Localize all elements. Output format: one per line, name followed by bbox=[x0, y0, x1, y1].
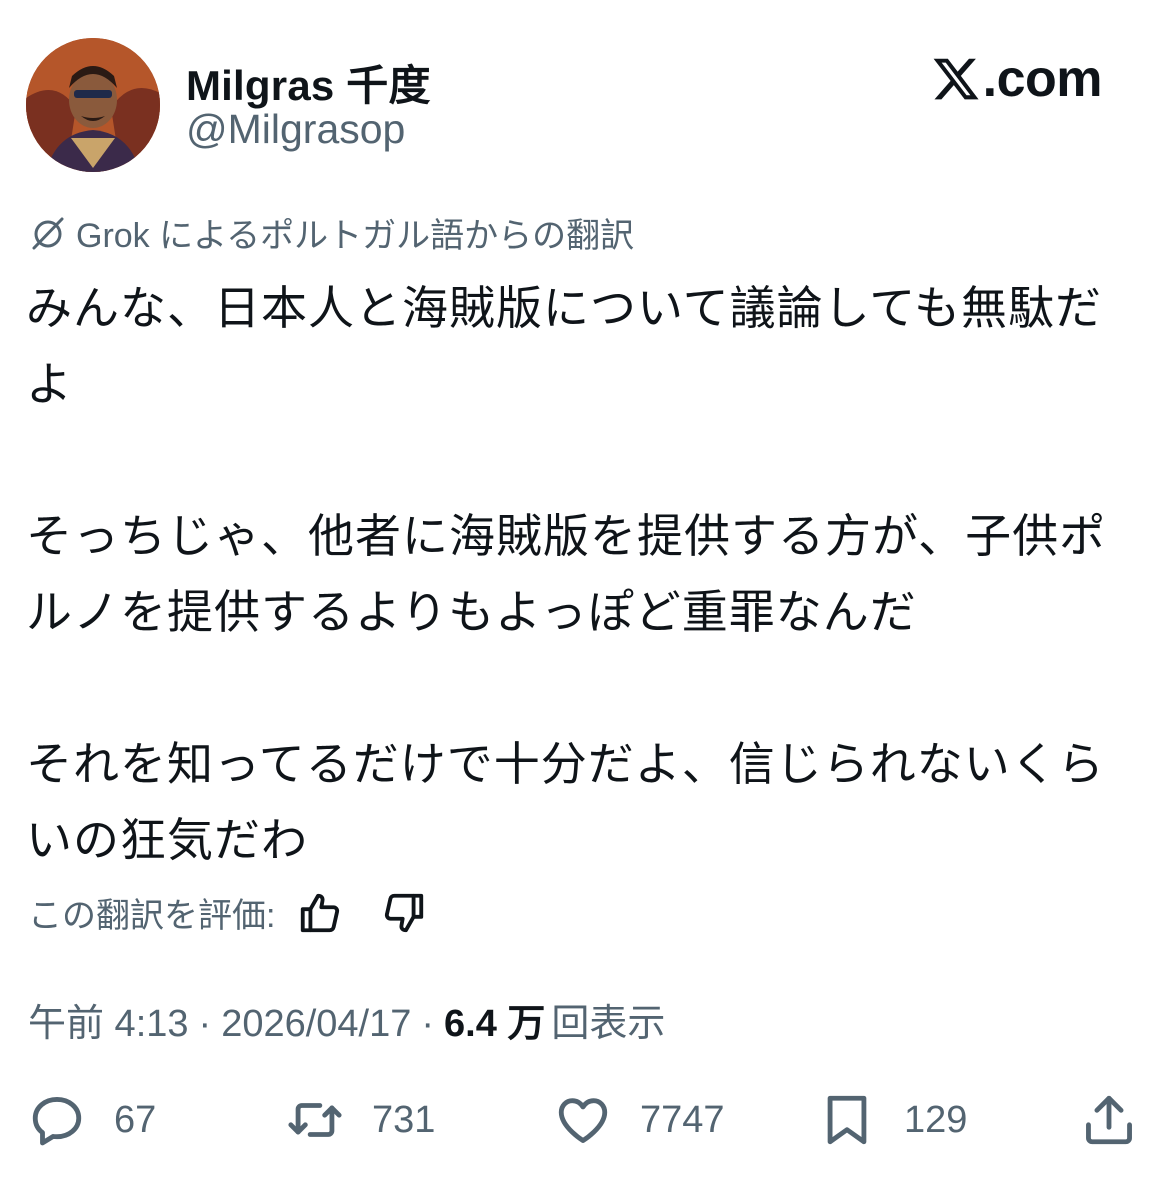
translation-label: Grok によるポルトガル語からの翻訳 bbox=[76, 217, 635, 255]
meta-separator: · bbox=[421, 1003, 435, 1045]
translation-note: Grok によるポルトガル語からの翻訳 bbox=[28, 208, 634, 257]
thumbs-down-icon[interactable] bbox=[381, 890, 427, 936]
share-button[interactable] bbox=[1080, 1090, 1138, 1150]
share-icon bbox=[1086, 1095, 1132, 1145]
meta-separator: · bbox=[198, 1003, 212, 1045]
tweet-meta: 午前 4:13 · 2026/04/17 · 6.4 万 回表示 bbox=[28, 992, 665, 1047]
x-com-suffix: .com bbox=[982, 50, 1103, 108]
like-count: 7747 bbox=[640, 1098, 725, 1141]
tweet-time[interactable]: 午前 4:13 bbox=[28, 992, 189, 1047]
bookmark-button[interactable]: 129 bbox=[818, 1090, 967, 1150]
repost-count: 731 bbox=[372, 1098, 436, 1141]
views-label: 回表示 bbox=[551, 1003, 666, 1045]
bookmark-icon bbox=[827, 1095, 867, 1145]
bookmark-count: 129 bbox=[904, 1098, 968, 1141]
views-count: 6.4 万 bbox=[444, 1003, 546, 1045]
rate-translation-label: この翻訳を評価: bbox=[28, 897, 276, 935]
tweet-text: みんな、日本人と海賊版について議論しても無駄だよ そっちじゃ、他者に海賊版を提供… bbox=[26, 270, 1141, 878]
repost-button[interactable]: 731 bbox=[286, 1090, 435, 1150]
thumbs-up-icon[interactable] bbox=[297, 890, 343, 936]
author-display-name[interactable]: Milgras 千度 bbox=[186, 52, 431, 113]
tweet-paragraph: みんな、日本人と海賊版について議論しても無駄だよ bbox=[26, 282, 1102, 410]
action-bar: 67 731 7747 129 bbox=[28, 1090, 1143, 1150]
rate-translation: この翻訳を評価: bbox=[28, 888, 427, 937]
x-logo-icon bbox=[933, 58, 979, 100]
tweet-date[interactable]: 2026/04/17 bbox=[221, 1003, 411, 1046]
like-button[interactable]: 7747 bbox=[554, 1090, 725, 1150]
heart-icon bbox=[558, 1098, 608, 1143]
x-com-brand: .com bbox=[931, 48, 1103, 110]
avatar[interactable] bbox=[26, 38, 160, 172]
reply-count: 67 bbox=[114, 1098, 157, 1141]
tweet-paragraph: そっちじゃ、他者に海賊版を提供する方が、子供ポルノを提供するよりもよっぽど重罪な… bbox=[26, 510, 1107, 638]
author-handle[interactable]: @Milgrasop bbox=[186, 106, 405, 153]
repost-icon bbox=[288, 1103, 342, 1137]
tweet-paragraph: それを知ってるだけで十分だよ、信じられないくらいの狂気だわ bbox=[26, 738, 1105, 866]
reply-icon bbox=[32, 1097, 82, 1146]
reply-button[interactable]: 67 bbox=[28, 1090, 156, 1150]
grok-icon bbox=[32, 217, 64, 249]
